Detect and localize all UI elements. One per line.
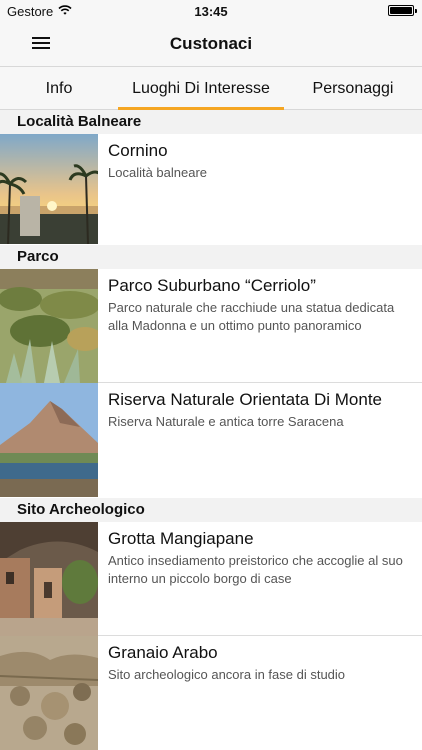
place-description: Antico insediamento preistorico che acco… [108,553,403,586]
page-title: Custonaci [169,34,253,53]
park-vegetation-photo [0,269,98,383]
place-title: Riserva Naturale Orientata Di Monte [108,390,383,409]
status-bar: Gestore 13:45 [0,0,422,22]
list-item-cornino[interactable]: Cornino Località balneare [0,134,422,244]
list-item-grotta-mangiapane[interactable]: Grotta Mangiapane Antico insediamento pr… [0,522,422,636]
tab-luoghi-di-interesse[interactable]: Luoghi Di Interesse [118,67,284,110]
tab-info[interactable]: Info [0,67,118,110]
place-description: Parco naturale che racchiude una statua … [108,300,395,333]
segmented-tabs: Info Luoghi Di Interesse Personaggi [0,66,422,110]
place-description: Sito archeologico ancora in fase di stud… [108,667,346,682]
place-title: Parco Suburbano “Cerriolo” [108,276,316,295]
section-header-sito-archeologico: Sito Archeologico [0,498,422,522]
place-title: Grotta Mangiapane [108,529,254,548]
mountain-coast-photo [0,383,98,497]
place-description: Riserva Naturale e antica torre Saracena [108,414,344,429]
section-header-parco: Parco [0,245,422,269]
cave-village-photo [0,522,98,636]
place-description: Località balneare [108,165,208,180]
stone-ruins-photo [0,636,98,750]
list-item-granaio-arabo[interactable]: Granaio Arabo Sito archeologico ancora i… [0,636,422,750]
list-item-parco-suburbano-cerriolo[interactable]: Parco Suburbano “Cerriolo” Parco natural… [0,269,422,383]
places-list: Località Balneare Cornino Località balne… [0,110,422,750]
list-item-riserva-naturale-orientata-di-monte[interactable]: Riserva Naturale Orientata Di Monte Rise… [0,383,422,497]
place-title: Granaio Arabo [108,643,218,662]
battery-icon [388,5,417,16]
top-area: Gestore 13:45 Custonaci [0,0,422,66]
section-header-localita-balneare: Località Balneare [0,110,422,134]
clock: 13:45 [194,4,228,19]
place-title: Cornino [108,141,168,160]
beach-sunset-photo [0,134,98,244]
tab-personaggi[interactable]: Personaggi [284,67,422,110]
navigation-bar: Custonaci [0,22,422,66]
